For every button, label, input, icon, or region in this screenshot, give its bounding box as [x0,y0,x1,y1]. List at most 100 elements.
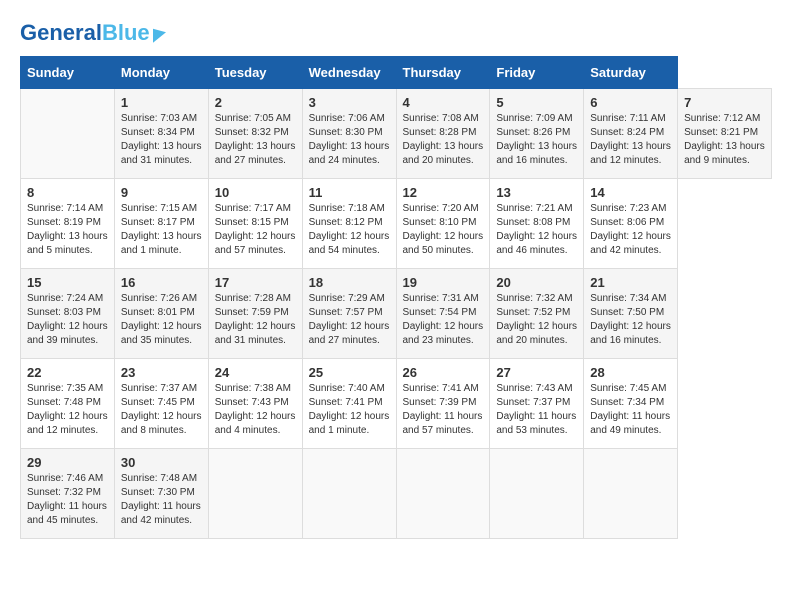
day-info: Sunrise: 7:38 AM Sunset: 7:43 PM Dayligh… [215,382,296,438]
calendar-cell [21,89,115,179]
day-number: 22 [27,365,108,380]
day-number: 30 [121,455,202,470]
calendar-cell: 15 Sunrise: 7:24 AM Sunset: 8:03 PM Dayli… [21,269,115,359]
day-number: 14 [590,185,671,200]
day-number: 15 [27,275,108,290]
calendar-cell: 16 Sunrise: 7:26 AM Sunset: 8:01 PM Dayli… [114,269,208,359]
calendar-cell: 20 Sunrise: 7:32 AM Sunset: 7:52 PM Dayli… [490,269,584,359]
day-number: 16 [121,275,202,290]
calendar-cell: 8 Sunrise: 7:14 AM Sunset: 8:19 PM Daylig… [21,179,115,269]
calendar-cell: 19 Sunrise: 7:31 AM Sunset: 7:54 PM Dayli… [396,269,490,359]
calendar-week-row: 1 Sunrise: 7:03 AM Sunset: 8:34 PM Daylig… [21,89,772,179]
calendar-cell: 11Sunrise: 7:18 AM Sunset: 8:12 PM Dayli… [302,179,396,269]
day-header-monday: Monday [114,57,208,89]
day-number: 5 [496,95,577,110]
day-number: 24 [215,365,296,380]
day-header-thursday: Thursday [396,57,490,89]
day-info: Sunrise: 7:35 AM Sunset: 7:48 PM Dayligh… [27,382,108,438]
day-number: 20 [496,275,577,290]
day-info: Sunrise: 7:45 AM Sunset: 7:34 PM Dayligh… [590,382,671,438]
day-number: 6 [590,95,671,110]
calendar-cell [584,449,678,539]
day-header-wednesday: Wednesday [302,57,396,89]
day-number: 26 [403,365,484,380]
calendar-cell: 30 Sunrise: 7:48 AM Sunset: 7:30 PM Dayli… [114,449,208,539]
day-header-friday: Friday [490,57,584,89]
days-header-row: SundayMondayTuesdayWednesdayThursdayFrid… [21,57,772,89]
day-info: Sunrise: 7:48 AM Sunset: 7:30 PM Dayligh… [121,472,202,528]
day-number: 21 [590,275,671,290]
day-info: Sunrise: 7:15 AM Sunset: 8:17 PM Dayligh… [121,202,202,258]
calendar-cell [302,449,396,539]
calendar-cell: 17 Sunrise: 7:28 AM Sunset: 7:59 PM Dayli… [208,269,302,359]
calendar-cell: 7 Sunrise: 7:12 AM Sunset: 8:21 PM Daylig… [678,89,772,179]
day-info: Sunrise: 7:09 AM Sunset: 8:26 PM Dayligh… [496,112,577,168]
day-info: Sunrise: 7:05 AM Sunset: 8:32 PM Dayligh… [215,112,296,168]
day-number: 8 [27,185,108,200]
day-info: Sunrise: 7:08 AM Sunset: 8:28 PM Dayligh… [403,112,484,168]
calendar-cell: 29 Sunrise: 7:46 AM Sunset: 7:32 PM Dayli… [21,449,115,539]
day-number: 18 [309,275,390,290]
day-info: Sunrise: 7:26 AM Sunset: 8:01 PM Dayligh… [121,292,202,348]
day-info: Sunrise: 7:06 AM Sunset: 8:30 PM Dayligh… [309,112,390,168]
logo-text-part1: General [20,20,102,45]
logo: GeneralBlue [20,20,166,46]
calendar-cell: 10Sunrise: 7:17 AM Sunset: 8:15 PM Dayli… [208,179,302,269]
day-number: 29 [27,455,108,470]
day-number: 12 [403,185,484,200]
calendar-cell: 18 Sunrise: 7:29 AM Sunset: 7:57 PM Dayli… [302,269,396,359]
calendar-cell: 13Sunrise: 7:21 AM Sunset: 8:08 PM Dayli… [490,179,584,269]
day-info: Sunrise: 7:31 AM Sunset: 7:54 PM Dayligh… [403,292,484,348]
calendar-cell: 1 Sunrise: 7:03 AM Sunset: 8:34 PM Daylig… [114,89,208,179]
day-number: 11 [309,185,390,200]
day-number: 10 [215,185,296,200]
day-info: Sunrise: 7:37 AM Sunset: 7:45 PM Dayligh… [121,382,202,438]
day-number: 4 [403,95,484,110]
calendar-cell: 14 Sunrise: 7:23 AM Sunset: 8:06 PM Dayli… [584,179,678,269]
day-number: 23 [121,365,202,380]
day-info: Sunrise: 7:34 AM Sunset: 7:50 PM Dayligh… [590,292,671,348]
calendar-cell: 22 Sunrise: 7:35 AM Sunset: 7:48 PM Dayli… [21,359,115,449]
day-info: Sunrise: 7:14 AM Sunset: 8:19 PM Dayligh… [27,202,108,258]
day-info: Sunrise: 7:12 AM Sunset: 8:21 PM Dayligh… [684,112,765,168]
day-number: 2 [215,95,296,110]
calendar-week-row: 29 Sunrise: 7:46 AM Sunset: 7:32 PM Dayli… [21,449,772,539]
day-info: Sunrise: 7:23 AM Sunset: 8:06 PM Dayligh… [590,202,671,258]
logo-arrow-icon [153,25,166,42]
day-info: Sunrise: 7:11 AM Sunset: 8:24 PM Dayligh… [590,112,671,168]
day-info: Sunrise: 7:46 AM Sunset: 7:32 PM Dayligh… [27,472,108,528]
day-info: Sunrise: 7:29 AM Sunset: 7:57 PM Dayligh… [309,292,390,348]
day-header-saturday: Saturday [584,57,678,89]
calendar-cell [208,449,302,539]
day-header-sunday: Sunday [21,57,115,89]
calendar-cell: 25Sunrise: 7:40 AM Sunset: 7:41 PM Dayli… [302,359,396,449]
calendar-cell: 5 Sunrise: 7:09 AM Sunset: 8:26 PM Daylig… [490,89,584,179]
calendar-cell: 6 Sunrise: 7:11 AM Sunset: 8:24 PM Daylig… [584,89,678,179]
day-number: 1 [121,95,202,110]
calendar-cell: 12 Sunrise: 7:20 AM Sunset: 8:10 PM Dayli… [396,179,490,269]
day-number: 25 [309,365,390,380]
day-number: 19 [403,275,484,290]
calendar-cell: 2 Sunrise: 7:05 AM Sunset: 8:32 PM Daylig… [208,89,302,179]
day-info: Sunrise: 7:21 AM Sunset: 8:08 PM Dayligh… [496,202,577,258]
logo-text-part2: Blue [102,20,150,45]
calendar-week-row: 8 Sunrise: 7:14 AM Sunset: 8:19 PM Daylig… [21,179,772,269]
day-info: Sunrise: 7:28 AM Sunset: 7:59 PM Dayligh… [215,292,296,348]
day-number: 9 [121,185,202,200]
day-number: 27 [496,365,577,380]
calendar-cell: 28Sunrise: 7:45 AM Sunset: 7:34 PM Dayli… [584,359,678,449]
day-info: Sunrise: 7:24 AM Sunset: 8:03 PM Dayligh… [27,292,108,348]
day-number: 7 [684,95,765,110]
calendar-week-row: 15 Sunrise: 7:24 AM Sunset: 8:03 PM Dayli… [21,269,772,359]
calendar-cell: 27Sunrise: 7:43 AM Sunset: 7:37 PM Dayli… [490,359,584,449]
calendar-table: SundayMondayTuesdayWednesdayThursdayFrid… [20,56,772,539]
day-info: Sunrise: 7:32 AM Sunset: 7:52 PM Dayligh… [496,292,577,348]
day-info: Sunrise: 7:20 AM Sunset: 8:10 PM Dayligh… [403,202,484,258]
calendar-cell: 24 Sunrise: 7:38 AM Sunset: 7:43 PM Dayli… [208,359,302,449]
calendar-cell: 9 Sunrise: 7:15 AM Sunset: 8:17 PM Daylig… [114,179,208,269]
day-info: Sunrise: 7:03 AM Sunset: 8:34 PM Dayligh… [121,112,202,168]
day-number: 17 [215,275,296,290]
calendar-cell: 23 Sunrise: 7:37 AM Sunset: 7:45 PM Dayli… [114,359,208,449]
calendar-cell [396,449,490,539]
calendar-week-row: 22 Sunrise: 7:35 AM Sunset: 7:48 PM Dayli… [21,359,772,449]
